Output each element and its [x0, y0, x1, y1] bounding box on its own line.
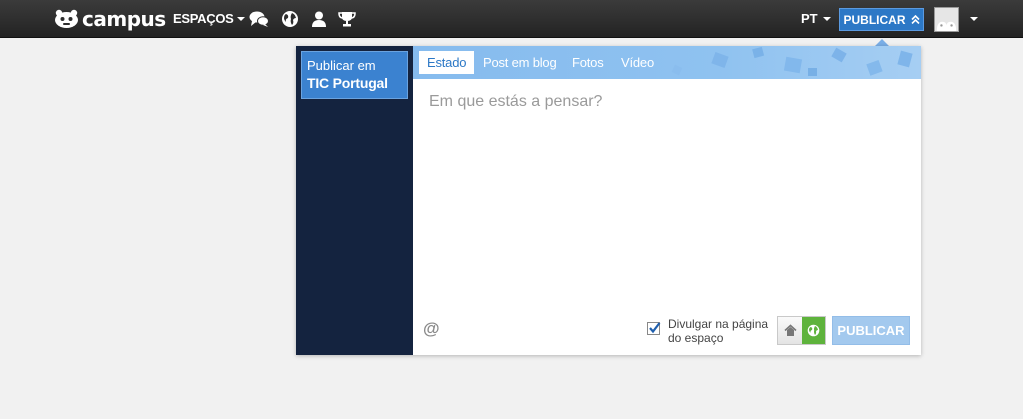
- espacos-menu[interactable]: ESPAÇOS: [173, 11, 245, 26]
- logo-text: campus: [82, 7, 166, 31]
- space-prefix-label: Publicar em: [307, 58, 376, 73]
- share-label: Divulgar na página do espaço: [668, 317, 769, 345]
- mascot-icon: [55, 9, 78, 28]
- home-icon: [783, 324, 797, 336]
- chat-bubbles-icon[interactable]: [249, 10, 269, 28]
- chevron-down-icon: [236, 16, 245, 21]
- checkmark-icon: [649, 322, 661, 334]
- publish-form: Estado Post em blog Fotos Vídeo @ Divulg…: [413, 46, 921, 355]
- post-type-tabs: Estado Post em blog Fotos Vídeo: [413, 46, 921, 79]
- user-menu-chevron-down-icon[interactable]: [970, 17, 978, 21]
- language-label: PT: [801, 11, 818, 26]
- publish-panel: Publicar em TIC Portugal Estado Post em …: [296, 46, 921, 355]
- chevron-down-icon: [822, 16, 831, 21]
- publish-toggle-button[interactable]: PUBLICAR: [839, 8, 924, 31]
- user-icon[interactable]: [309, 10, 329, 28]
- avatar[interactable]: [934, 7, 959, 32]
- visibility-space-button[interactable]: [778, 317, 802, 344]
- status-input[interactable]: [413, 79, 921, 309]
- espacos-label: ESPAÇOS: [173, 11, 234, 26]
- panel-pointer-arrow: [875, 39, 889, 46]
- visibility-public-button[interactable]: [802, 317, 825, 344]
- space-sidebar: Publicar em TIC Portugal: [296, 46, 413, 355]
- tab-post-em-blog[interactable]: Post em blog: [483, 51, 557, 74]
- double-chevron-up-icon: [910, 15, 920, 24]
- share-checkbox[interactable]: [647, 322, 661, 335]
- language-selector[interactable]: PT: [801, 11, 831, 26]
- space-selector-button[interactable]: Publicar em TIC Portugal: [301, 51, 408, 99]
- mention-icon[interactable]: @: [423, 319, 440, 339]
- space-name-label: TIC Portugal: [307, 75, 388, 91]
- tab-video[interactable]: Vídeo: [621, 51, 654, 74]
- globe-icon: [807, 324, 820, 337]
- top-navigation-bar: campus ESPAÇOS PT PUBLICAR: [0, 0, 1023, 38]
- tab-estado[interactable]: Estado: [419, 51, 475, 74]
- publish-toggle-label: PUBLICAR: [843, 12, 906, 27]
- publish-submit-button[interactable]: PUBLICAR: [832, 316, 910, 345]
- tab-fotos[interactable]: Fotos: [572, 51, 604, 74]
- avatar-icon: [935, 8, 958, 31]
- visibility-toggle: [777, 316, 826, 345]
- trophy-icon[interactable]: [337, 10, 357, 28]
- globe-icon[interactable]: [280, 10, 300, 28]
- campus-logo[interactable]: campus: [54, 7, 166, 31]
